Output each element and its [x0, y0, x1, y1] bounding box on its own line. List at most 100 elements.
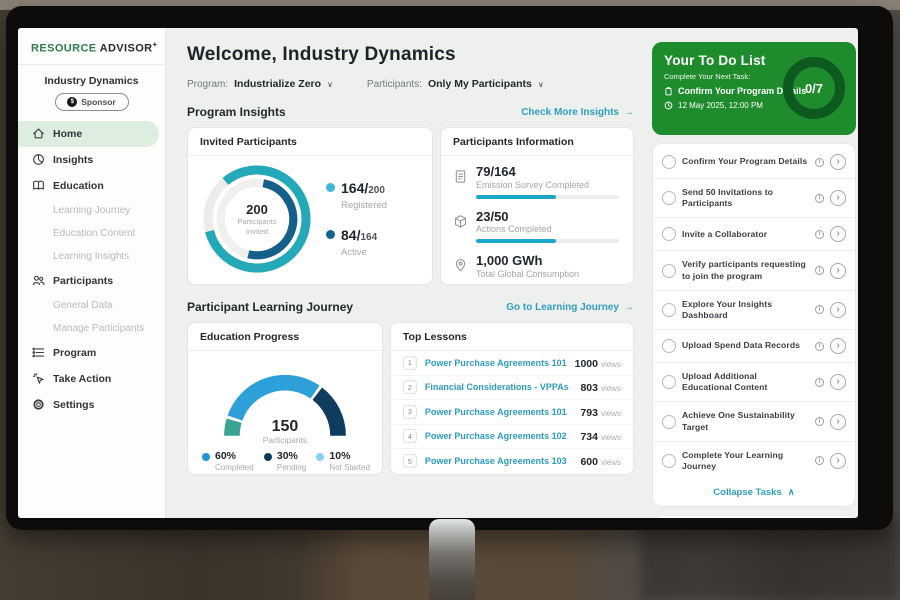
task-open-button[interactable]: ›	[830, 302, 846, 318]
info-icon[interactable]: i	[815, 158, 824, 167]
legend-registered: 164/200 Registered	[326, 180, 387, 211]
stat-global-consumption: 1,000 GWh Total Global Consumption	[453, 254, 619, 279]
program-filter[interactable]: Program: Industrialize Zero ∨	[187, 78, 333, 90]
sidebar-item-participants[interactable]: Participants	[18, 268, 165, 294]
participants-information-card: Participants Information 79/164 Emission…	[440, 127, 634, 285]
task-open-button[interactable]: ›	[830, 226, 846, 242]
todo-header-card: Your To Do List Complete Your Next Task:…	[652, 42, 856, 135]
invited-total: 200	[246, 202, 268, 217]
task-checkbox[interactable]	[662, 454, 676, 468]
emission-progress-bar	[476, 195, 619, 199]
legend-pending: 30% Pending	[264, 451, 306, 472]
card-title: Participants Information	[441, 128, 633, 156]
task-checkbox[interactable]	[662, 303, 676, 317]
info-icon[interactable]: i	[815, 266, 824, 275]
actions-icon	[453, 214, 468, 229]
dashboard-screen: RESOURCE ADVISOR+ Industry Dynamics $ Sp…	[18, 28, 858, 518]
pointer-icon	[32, 372, 45, 385]
arrow-right-icon: →	[624, 107, 634, 118]
lesson-link[interactable]: Power Purchase Agreements 101	[425, 407, 573, 417]
background-shadow	[640, 520, 900, 600]
info-icon[interactable]: i	[815, 417, 824, 426]
task-open-button[interactable]: ›	[830, 374, 846, 390]
task-open-button[interactable]: ›	[830, 154, 846, 170]
survey-icon	[453, 169, 468, 184]
rank-badge: 3	[403, 405, 417, 419]
card-title: Education Progress	[188, 323, 382, 351]
sidebar-item-insights[interactable]: Insights	[18, 147, 165, 173]
task-open-button[interactable]: ›	[830, 453, 846, 469]
task-checkbox[interactable]	[662, 191, 676, 205]
sidebar-item-program[interactable]: Program	[18, 340, 165, 366]
lesson-row: 5 Power Purchase Agreements 103 600views	[391, 449, 633, 474]
task-row: Explore Your Insights Dashboard i ›	[653, 291, 855, 330]
info-icon[interactable]: i	[815, 378, 824, 387]
invited-participants-card: Invited Participants 200 Partic	[187, 127, 433, 285]
lesson-link[interactable]: Power Purchase Agreements 103	[425, 456, 573, 466]
info-icon[interactable]: i	[815, 194, 824, 203]
sidebar-item-learning-journey[interactable]: Learning Journey	[18, 199, 165, 222]
clock-icon	[664, 101, 673, 110]
legend-dot	[202, 453, 210, 461]
task-open-button[interactable]: ›	[830, 190, 846, 206]
sidebar-item-take-action[interactable]: Take Action	[18, 366, 165, 392]
task-checkbox[interactable]	[662, 264, 676, 278]
task-open-button[interactable]: ›	[830, 338, 846, 354]
sidebar-item-learning-insights[interactable]: Learning Insights	[18, 245, 165, 268]
task-open-button[interactable]: ›	[830, 263, 846, 279]
main-content: Welcome, Industry Dynamics Program: Indu…	[166, 28, 650, 518]
collapse-tasks-link[interactable]: Collapse Tasks ∧	[653, 480, 855, 504]
legend-completed: 60% Completed	[202, 451, 254, 472]
app-logo: RESOURCE ADVISOR+	[18, 28, 165, 65]
todo-panel: Your To Do List Complete Your Next Task:…	[650, 28, 858, 518]
monitor-stand	[429, 519, 475, 600]
task-open-button[interactable]: ›	[830, 414, 846, 430]
info-icon[interactable]: i	[815, 305, 824, 314]
sponsor-badge: $ Sponsor	[55, 93, 129, 111]
arrow-right-icon: →	[624, 302, 634, 313]
card-title: Invited Participants	[188, 128, 432, 156]
education-gauge-chart: 150 Participants	[210, 361, 360, 443]
chevron-up-icon: ∧	[788, 487, 795, 498]
task-checkbox[interactable]	[662, 415, 676, 429]
legend-dot	[326, 230, 335, 239]
info-icon[interactable]: i	[815, 456, 824, 465]
sidebar-item-education[interactable]: Education	[18, 173, 165, 199]
gauge-value: 150	[210, 419, 360, 435]
lesson-link[interactable]: Power Purchase Agreements 101	[425, 358, 567, 368]
task-row: Send 50 Invitations to Participants i ›	[653, 179, 855, 218]
info-icon[interactable]: i	[815, 230, 824, 239]
task-row: Confirm Your Program Details i ›	[653, 146, 855, 179]
sidebar-item-manage-participants[interactable]: Manage Participants	[18, 317, 165, 340]
go-to-learning-journey-link[interactable]: Go to Learning Journey →	[506, 302, 634, 313]
task-checkbox[interactable]	[662, 227, 676, 241]
legend-dot	[326, 183, 335, 192]
task-checkbox[interactable]	[662, 375, 676, 389]
legend-dot	[264, 453, 272, 461]
legend-active: 84/164 Active	[326, 227, 387, 258]
lesson-link[interactable]: Power Purchase Agreements 102	[425, 431, 573, 441]
invited-donut-chart: 200 Participants Invited	[198, 160, 316, 278]
sidebar: RESOURCE ADVISOR+ Industry Dynamics $ Sp…	[18, 28, 166, 518]
sidebar-item-settings[interactable]: Settings	[18, 392, 165, 418]
sidebar-item-general-data[interactable]: General Data	[18, 294, 165, 317]
task-row: Upload Spend Data Records i ›	[653, 330, 855, 363]
legend-dot	[316, 453, 324, 461]
sidebar-item-education-content[interactable]: Education Content	[18, 222, 165, 245]
recent-news-card: Recent News	[652, 515, 856, 518]
lesson-link[interactable]: Financial Considerations - VPPAs	[425, 382, 573, 392]
sidebar-item-home[interactable]: Home	[18, 121, 159, 147]
stat-emission-survey: 79/164 Emission Survey Completed	[453, 165, 619, 199]
actions-progress-bar	[476, 239, 619, 243]
org-name: Industry Dynamics	[18, 75, 165, 87]
info-icon[interactable]: i	[815, 342, 824, 351]
check-more-insights-link[interactable]: Check More Insights →	[521, 107, 634, 118]
insights-icon	[32, 153, 45, 166]
todo-progress-ring: 0/7	[783, 57, 845, 119]
task-checkbox[interactable]	[662, 339, 676, 353]
page-title: Welcome, Industry Dynamics	[187, 44, 634, 66]
lesson-row: 1 Power Purchase Agreements 101 1000view…	[391, 351, 633, 376]
task-checkbox[interactable]	[662, 155, 676, 169]
participants-filter[interactable]: Participants: Only My Participants ∨	[367, 78, 544, 90]
task-row: Achieve One Sustainability Target i ›	[653, 402, 855, 441]
